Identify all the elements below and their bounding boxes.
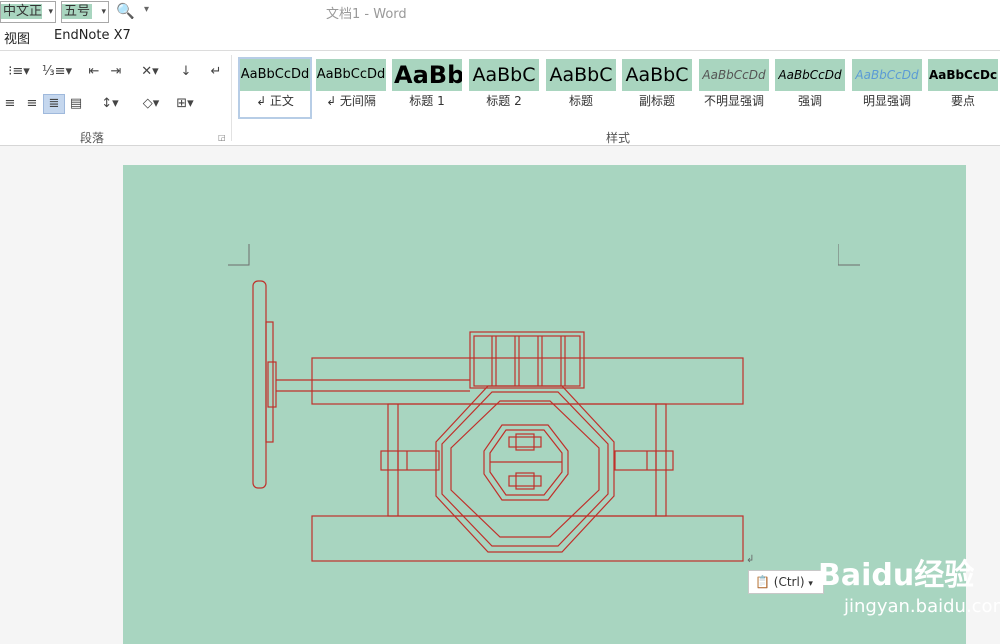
window-title: 文档1 - Word <box>326 7 407 22</box>
chinese-layout-icon[interactable]: ✕▾ <box>136 63 164 81</box>
menu-bar: 视图 EndNote X7 <box>0 24 1000 51</box>
shading-icon[interactable]: ◇▾ <box>136 95 166 113</box>
style-tile-emphasis[interactable]: AaBbCcDd 强调 <box>775 59 845 117</box>
customize-toolbar-icon[interactable]: ▾ <box>144 4 149 15</box>
style-sample: AaBbC <box>469 59 539 91</box>
style-sample: AaBbC <box>622 59 692 91</box>
margin-corner-top-right <box>838 244 860 266</box>
clipboard-icon: 📋 <box>755 575 770 589</box>
style-name: ↲ 正文 <box>256 94 294 108</box>
style-tile-subtle-emphasis[interactable]: AaBbCcDd 不明显强调 <box>699 59 769 117</box>
style-name: 不明显强调 <box>703 94 764 108</box>
group-divider <box>231 55 232 141</box>
line-spacing-icon[interactable]: ↕▾ <box>96 95 124 113</box>
distributed-icon[interactable]: ▤ <box>66 95 86 113</box>
style-name: ↲ 无间隔 <box>326 94 376 108</box>
style-tile-no-spacing[interactable]: AaBbCcDd ↲ 无间隔 <box>316 59 386 117</box>
style-name: 标题 1 <box>409 94 445 108</box>
style-sample: AaBbC <box>546 59 616 91</box>
style-tile-subtitle[interactable]: AaBbC 副标题 <box>622 59 692 117</box>
title-bar: 中文正文 ▾ 五号 ▾ 🔍 ▾ 文档1 - Word <box>0 0 1000 24</box>
increase-indent-icon[interactable]: ⇥ <box>106 63 126 81</box>
margin-corner-top-left <box>228 244 250 266</box>
style-tile-strong[interactable]: AaBbCcDc 要点 <box>928 59 998 117</box>
style-tile-title[interactable]: AaBbC 标题 <box>546 59 616 117</box>
align-center-icon[interactable]: ≡ <box>0 95 20 113</box>
style-sample: AaBbCcDd <box>240 59 310 91</box>
style-tile-heading-1[interactable]: AaBb 标题 1 <box>392 59 462 117</box>
style-name: 明显强调 <box>862 94 911 108</box>
ribbon: ⁝≡▾ ⅓≡▾ ⇤ ⇥ ✕▾ ↓ ↵ ≡ ≡ ≣ ▤ ↕▾ ◇▾ ⊞▾ 段落 ◲… <box>0 51 1000 146</box>
decrease-indent-icon[interactable]: ⇤ <box>84 63 104 81</box>
paragraph-group-label: 段落 <box>80 131 105 145</box>
style-sample: AaBbCcDc <box>928 59 998 91</box>
numbering-icon[interactable]: ⅓≡▾ <box>40 63 74 81</box>
chevron-down-icon[interactable]: ▾ <box>48 2 53 22</box>
style-tile-body[interactable]: AaBbCcDd ↲ 正文 <box>238 57 312 119</box>
watermark: Baidu经验 jingyan.baidu.com <box>818 536 1000 628</box>
chevron-down-icon: ▾ <box>808 579 813 589</box>
bullets-icon[interactable]: ⁝≡▾ <box>0 63 38 81</box>
style-name: 标题 <box>568 94 593 108</box>
style-name: 强调 <box>797 94 822 108</box>
show-marks-icon[interactable]: ↵ <box>206 63 226 81</box>
styles-group-label: 样式 <box>606 131 631 145</box>
tab-endnote[interactable]: EndNote X7 <box>54 28 131 43</box>
font-name-value: 中文正文 <box>1 4 43 22</box>
paste-options-label: (Ctrl) <box>773 575 805 589</box>
paragraph-mark: ↲ <box>746 554 755 565</box>
style-name: 标题 2 <box>486 94 522 108</box>
valve-drawing[interactable] <box>240 270 760 570</box>
style-tile-intense-emphasis[interactable]: AaBbCcDd 明显强调 <box>852 59 922 117</box>
justify-icon[interactable]: ≣ <box>43 94 65 114</box>
font-size-value: 五号 <box>62 4 93 19</box>
paste-options-button[interactable]: 📋 (Ctrl) ▾ <box>748 570 824 594</box>
style-name: 副标题 <box>638 94 675 108</box>
tab-view[interactable]: 视图 <box>4 28 30 47</box>
style-sample: AaBbCcDd <box>316 59 386 91</box>
style-sample: AaBbCcDd <box>775 59 845 91</box>
style-sample: AaBb <box>392 59 462 91</box>
style-tile-heading-2[interactable]: AaBbC 标题 2 <box>469 59 539 117</box>
font-size-box[interactable]: 五号 ▾ <box>61 1 109 23</box>
style-name: 要点 <box>950 94 975 108</box>
sort-icon[interactable]: ↓ <box>176 63 196 81</box>
style-sample: AaBbCcDd <box>699 59 769 91</box>
chevron-down-icon[interactable]: ▾ <box>101 2 106 22</box>
watermark-url: jingyan.baidu.com <box>844 596 1000 617</box>
borders-icon[interactable]: ⊞▾ <box>170 95 200 113</box>
dialog-launcher-icon[interactable]: ◲ <box>218 133 226 142</box>
align-right-icon[interactable]: ≡ <box>22 95 42 113</box>
font-name-box[interactable]: 中文正文 ▾ <box>0 1 56 23</box>
print-preview-icon[interactable]: 🔍 <box>116 2 135 20</box>
style-sample: AaBbCcDd <box>852 59 922 91</box>
watermark-brand: Baidu经验 <box>818 558 975 593</box>
